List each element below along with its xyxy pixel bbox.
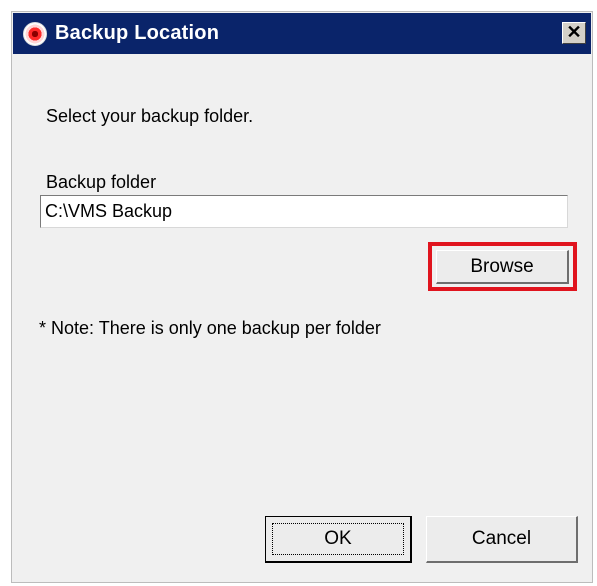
title-bar[interactable]: Backup Location ✕	[13, 13, 591, 54]
window-title: Backup Location	[55, 22, 220, 44]
browse-button[interactable]: Browse	[436, 250, 569, 284]
ok-button-label: OK	[324, 528, 352, 549]
ok-button[interactable]: OK	[265, 516, 412, 563]
note-text: * Note: There is only one backup per fol…	[39, 318, 381, 338]
close-icon: ✕	[566, 22, 582, 42]
cancel-button[interactable]: Cancel	[426, 516, 578, 563]
close-button[interactable]: ✕	[562, 22, 586, 44]
backup-folder-input[interactable]	[40, 195, 568, 228]
backup-location-dialog: Backup Location ✕ Select your backup fol…	[11, 11, 593, 583]
backup-folder-label: Backup folder	[46, 172, 157, 192]
app-eye-icon	[23, 22, 47, 46]
instruction-text: Select your backup folder.	[46, 106, 254, 126]
